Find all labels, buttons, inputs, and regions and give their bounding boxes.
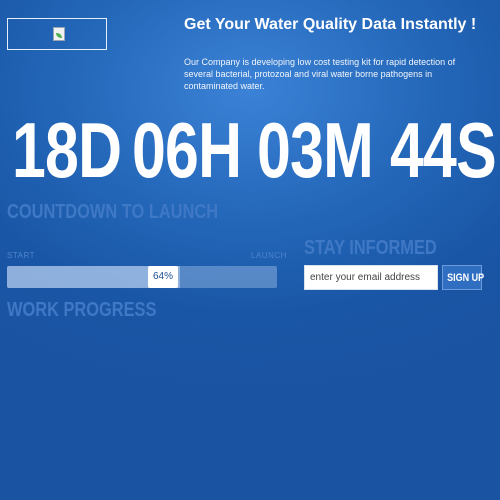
countdown-seconds: 44S: [390, 106, 497, 194]
countdown-days: 18D: [12, 106, 122, 194]
progress-end-label: LAUNCH: [251, 251, 287, 260]
email-input[interactable]: [304, 265, 438, 290]
countdown-timer: 18D 06H 03M 44S: [12, 104, 497, 196]
countdown-label: COUNTDOWN TO LAUNCH: [7, 201, 219, 223]
countdown-hours: 06H: [132, 106, 242, 194]
progress-value: 64%: [148, 266, 178, 288]
stay-informed-heading: STAY INFORMED: [304, 237, 437, 259]
logo-image-box[interactable]: [7, 18, 107, 50]
broken-image-icon: [53, 27, 65, 41]
intro-text: Our Company is developing low cost testi…: [184, 57, 456, 91]
progress-start-label: START: [7, 251, 35, 260]
sign-up-button[interactable]: SIGN UP: [442, 265, 485, 290]
sign-up-button-label: SIGN UP: [447, 271, 485, 284]
work-progress-bar: 64%: [7, 266, 277, 288]
page-headline: Get Your Water Quality Data Instantly !: [184, 16, 477, 33]
work-progress-label: WORK PROGRESS: [7, 299, 157, 321]
countdown-minutes: 03M: [257, 106, 374, 194]
